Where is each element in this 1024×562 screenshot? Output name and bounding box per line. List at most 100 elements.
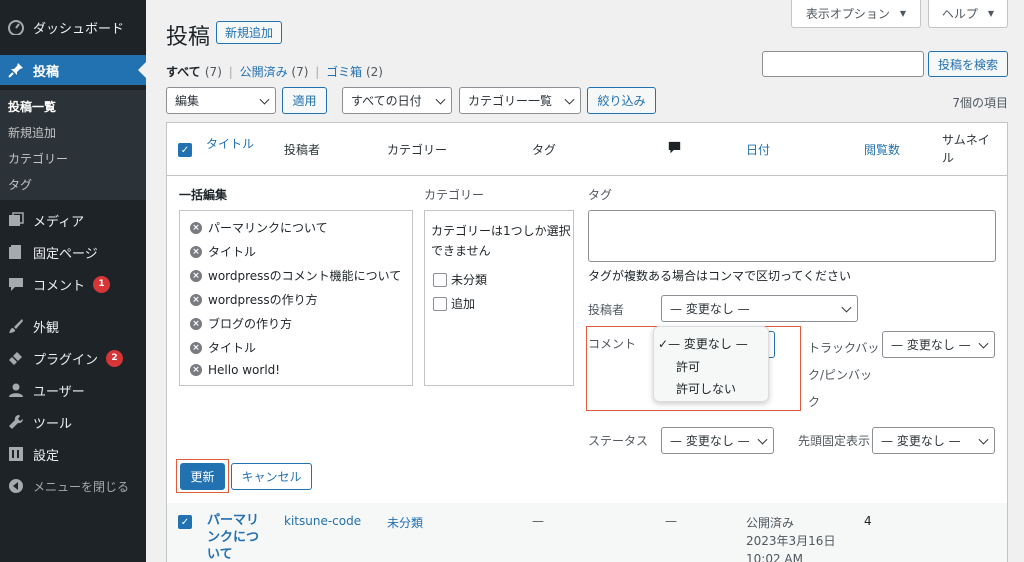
- user-icon: [7, 381, 25, 399]
- checkbox[interactable]: [433, 272, 447, 287]
- update-button[interactable]: 更新: [180, 463, 225, 490]
- category-option-add[interactable]: 追加: [433, 295, 475, 312]
- tag-textarea[interactable]: [588, 210, 996, 262]
- list-item: × wordpressのコメント機能について: [190, 267, 401, 284]
- bulk-edit-heading: 一括編集: [179, 188, 228, 202]
- wrench-icon: [7, 413, 25, 431]
- screen-options-button[interactable]: 表示オプション ▼: [791, 0, 921, 28]
- sidebar-item-label: ダッシュボード: [33, 21, 125, 37]
- remove-icon[interactable]: ×: [190, 293, 202, 306]
- remove-icon[interactable]: ×: [190, 221, 202, 234]
- list-item: × パーマリンクについて: [190, 219, 328, 236]
- remove-icon[interactable]: ×: [190, 341, 202, 354]
- bulk-action-select[interactable]: 編集: [166, 87, 276, 114]
- chevron-down-icon: [841, 302, 852, 313]
- submenu-add-new[interactable]: 新規追加: [8, 124, 56, 141]
- help-button[interactable]: ヘルプ ▼: [928, 0, 1008, 28]
- chevron-down-icon: [978, 338, 989, 349]
- row-checkbox[interactable]: ✓: [178, 515, 192, 529]
- sidebar-item-users[interactable]: ユーザー: [0, 375, 146, 405]
- chevron-down-icon: [259, 94, 270, 105]
- category-filter-select[interactable]: カテゴリー一覧: [459, 87, 581, 114]
- select-all-checkbox[interactable]: ✓: [178, 143, 192, 157]
- sidebar-item-label: 設定: [33, 448, 60, 464]
- filter-trash[interactable]: ゴミ箱 (2): [326, 65, 383, 79]
- remove-icon[interactable]: ×: [190, 245, 202, 258]
- admin-sidebar: ダッシュボード 投稿 投稿一覧 新規追加 カテゴリー タグ メディア 固定ページ…: [0, 0, 146, 562]
- sidebar-item-settings[interactable]: 設定: [0, 439, 146, 469]
- trackback-select[interactable]: — 変更なし —: [882, 331, 995, 358]
- trackback-value: — 変更なし —: [891, 338, 971, 352]
- sidebar-item-dashboard[interactable]: ダッシュボード: [0, 12, 146, 42]
- date-filter-select[interactable]: すべての日付: [342, 87, 452, 114]
- submenu-categories[interactable]: カテゴリー: [8, 150, 68, 167]
- search-input[interactable]: [762, 51, 924, 77]
- comment-icon: [7, 275, 25, 293]
- comment-option-deny[interactable]: 許可しない: [676, 380, 736, 397]
- comment-column-icon[interactable]: [668, 141, 681, 157]
- post-status-filter: すべて (7) | 公開済み (7) | ゴミ箱 (2): [166, 65, 383, 79]
- status-label: ステータス: [588, 434, 649, 448]
- post-category[interactable]: 未分類: [387, 514, 423, 531]
- submenu-all-posts[interactable]: 投稿一覧: [8, 98, 56, 115]
- tag-label: タグ: [588, 188, 613, 202]
- column-views[interactable]: 閲覧数: [864, 141, 900, 158]
- sidebar-item-media[interactable]: メディア: [0, 205, 146, 235]
- list-item: × タイトル: [190, 243, 256, 260]
- add-new-button[interactable]: 新規追加: [216, 21, 282, 44]
- date-filter-value: すべての日付: [351, 94, 422, 108]
- column-date[interactable]: 日付: [746, 141, 770, 158]
- remove-icon[interactable]: ×: [190, 269, 202, 282]
- posts-submenu: 投稿一覧 新規追加 カテゴリー タグ: [0, 90, 146, 200]
- divider: [167, 175, 1007, 176]
- category-filter-value: カテゴリー一覧: [468, 94, 553, 108]
- comment-option-no-change[interactable]: ✓— 変更なし —: [658, 335, 748, 352]
- comment-dropdown-menu: ✓— 変更なし — 許可 許可しない: [653, 326, 769, 402]
- column-author: 投稿者: [284, 143, 321, 157]
- author-select[interactable]: — 変更なし —: [661, 295, 858, 322]
- cancel-button[interactable]: キャンセル: [231, 463, 312, 490]
- filter-all[interactable]: すべて (7): [166, 65, 222, 79]
- post-author[interactable]: kitsune-code: [284, 514, 361, 528]
- sidebar-item-label: ユーザー: [33, 384, 85, 400]
- sidebar-item-tools[interactable]: ツール: [0, 407, 146, 437]
- remove-icon[interactable]: ×: [190, 364, 202, 376]
- category-option-uncategorized[interactable]: 未分類: [433, 271, 487, 288]
- filter-published[interactable]: 公開済み (7): [240, 65, 309, 79]
- status-value: — 変更なし —: [670, 434, 750, 448]
- category-label: カテゴリー: [424, 188, 485, 202]
- column-title[interactable]: タイトル: [206, 135, 254, 152]
- apply-button[interactable]: 適用: [282, 87, 327, 114]
- comment-option-allow[interactable]: 許可: [676, 358, 700, 375]
- category-checklist: カテゴリーは1つしか選択 できません 未分類 追加: [424, 210, 574, 386]
- sidebar-item-pages[interactable]: 固定ページ: [0, 237, 146, 267]
- list-item: × ブログの作り方: [190, 315, 292, 332]
- table-row: ✓ パーマリ ンクにつ いて kitsune-code 未分類 — — 公開済み 20…: [167, 503, 1007, 562]
- dashboard-icon: [7, 18, 25, 36]
- status-select[interactable]: — 変更なし —: [661, 427, 774, 454]
- plugin-update-badge: 2: [106, 349, 124, 367]
- author-value: — 変更なし —: [670, 302, 750, 316]
- remove-icon[interactable]: ×: [190, 317, 202, 330]
- collapse-menu-button[interactable]: メニューを閉じる: [0, 471, 146, 501]
- sidebar-item-label: 外観: [33, 320, 60, 336]
- search-posts-button[interactable]: 投稿を検索: [928, 51, 1008, 77]
- sidebar-item-posts[interactable]: 投稿: [0, 55, 146, 85]
- sidebar-item-appearance[interactable]: 外観: [0, 311, 146, 341]
- column-thumbnail: サムネイル: [942, 133, 990, 165]
- page-title: 投稿: [166, 25, 211, 50]
- collapse-icon: [7, 477, 25, 495]
- post-title-link[interactable]: パーマリ ンクにつ いて: [207, 512, 259, 562]
- filter-button[interactable]: 絞り込み: [587, 87, 656, 114]
- trackback-label: トラックバッ ク/ピンバック: [808, 341, 880, 409]
- sidebar-item-label: 固定ページ: [33, 246, 98, 262]
- caret-down-icon: ▼: [899, 9, 907, 18]
- checkbox[interactable]: [433, 296, 447, 311]
- sidebar-item-comments[interactable]: コメント 1: [0, 269, 146, 299]
- sidebar-item-plugins[interactable]: プラグイン 2: [0, 343, 146, 373]
- sticky-select[interactable]: — 変更なし —: [872, 427, 995, 454]
- sidebar-item-label: メディア: [33, 214, 85, 230]
- bulk-edit-post-list: × パーマリンクについて × タイトル × wordpressのコメント機能について …: [179, 210, 413, 386]
- plugin-icon: [7, 349, 25, 367]
- submenu-tags[interactable]: タグ: [8, 176, 32, 193]
